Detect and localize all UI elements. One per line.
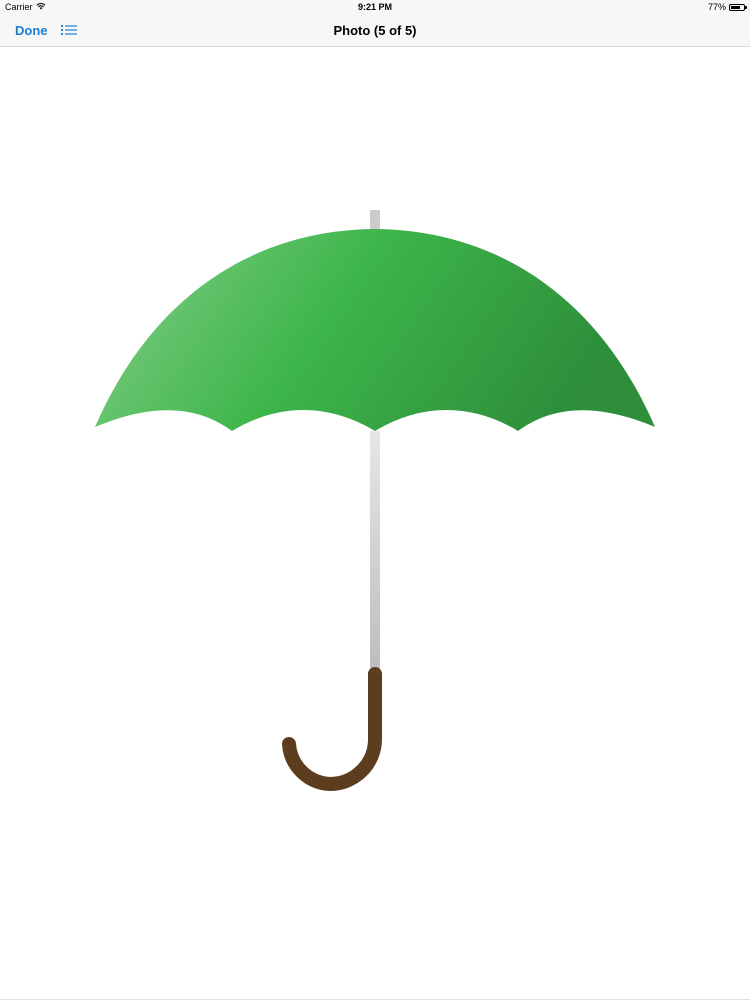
umbrella-image [95,210,655,792]
umbrella-handle-top [368,673,382,681]
status-bar: Carrier 9:21 PM 77% [0,0,750,15]
page-title: Photo (5 of 5) [333,23,417,38]
umbrella-handle [282,667,382,792]
battery-level-fill [731,5,740,9]
navigation-bar: Done Photo (5 of 5) [0,15,750,47]
battery-percent: 77% [707,2,726,12]
photo-viewer-screen: Carrier 9:21 PM 77% Done Photo (5 of 5) [0,0,750,1000]
umbrella-shaft [370,431,380,674]
battery-icon [729,3,747,11]
status-time: 9:21 PM [357,2,392,12]
status-right: 77% [707,2,747,12]
photo-area[interactable] [0,47,750,1000]
umbrella-canopy [95,229,655,431]
